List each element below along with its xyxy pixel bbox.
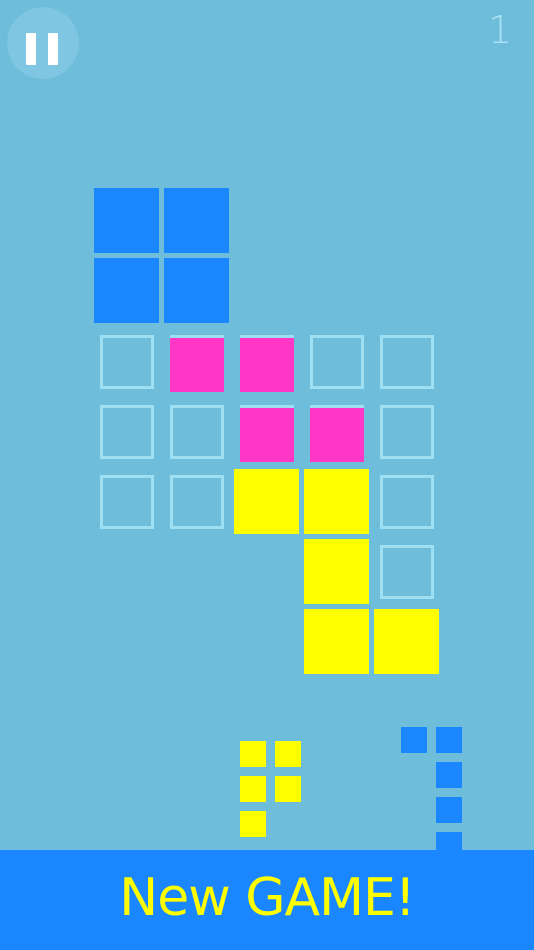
blue-block[interactable]	[164, 188, 229, 253]
magenta-block	[170, 338, 224, 392]
tray-yellow-block[interactable]	[240, 811, 266, 837]
tray-yellow-block[interactable]	[240, 741, 266, 767]
yellow-block	[374, 609, 439, 674]
empty-slot[interactable]	[170, 475, 224, 529]
blue-block[interactable]	[94, 258, 159, 323]
tray-blue-block[interactable]	[436, 797, 462, 823]
blue-block[interactable]	[164, 258, 229, 323]
magenta-block	[240, 408, 294, 462]
pause-icon	[26, 33, 36, 65]
empty-slot[interactable]	[100, 335, 154, 389]
empty-slot[interactable]	[380, 405, 434, 459]
empty-slot[interactable]	[380, 335, 434, 389]
yellow-block	[304, 469, 369, 534]
score-display: 1	[487, 8, 512, 52]
blue-block[interactable]	[94, 188, 159, 253]
tray-blue-block[interactable]	[436, 727, 462, 753]
tray-yellow-block[interactable]	[275, 776, 301, 802]
empty-slot[interactable]	[380, 475, 434, 529]
pause-icon-bar	[48, 33, 58, 65]
empty-slot[interactable]	[100, 405, 154, 459]
empty-slot[interactable]	[100, 475, 154, 529]
yellow-block	[234, 469, 299, 534]
tray-blue-block[interactable]	[401, 727, 427, 753]
empty-slot[interactable]	[170, 405, 224, 459]
new-game-button[interactable]: New GAME!	[0, 850, 534, 950]
tray-yellow-block[interactable]	[240, 776, 266, 802]
pause-button[interactable]	[7, 7, 79, 79]
game-screen: 1 New GAME!	[0, 0, 534, 950]
tray-blue-block[interactable]	[436, 762, 462, 788]
empty-slot[interactable]	[310, 335, 364, 389]
magenta-block	[240, 338, 294, 392]
empty-slot[interactable]	[380, 545, 434, 599]
tray-yellow-block[interactable]	[275, 741, 301, 767]
yellow-block	[304, 539, 369, 604]
new-game-label: New GAME!	[119, 868, 415, 928]
yellow-block	[304, 609, 369, 674]
magenta-block	[310, 408, 364, 462]
